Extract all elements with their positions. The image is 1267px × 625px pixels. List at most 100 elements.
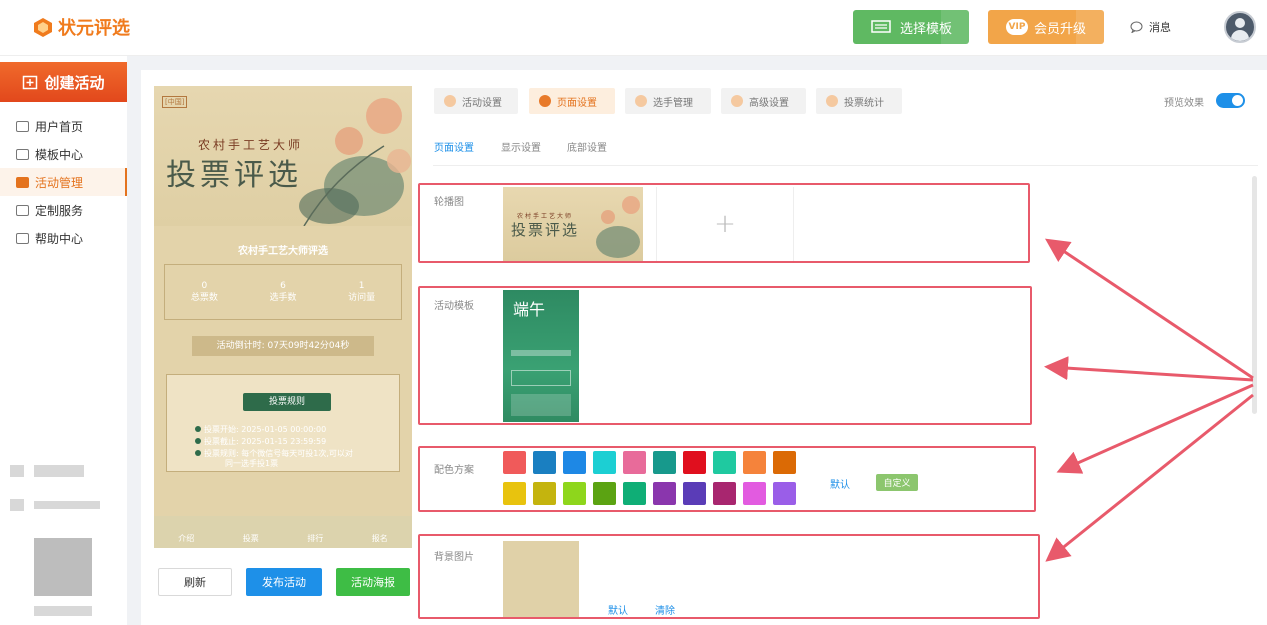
top-bar: 状元评选 选择模板 VIP 会员升级 消息 bbox=[0, 0, 1267, 56]
subtab-page-settings[interactable]: 页面设置 bbox=[434, 139, 474, 154]
sidebar-item-home[interactable]: 用户首页 bbox=[0, 112, 127, 140]
stat-value: 1 bbox=[358, 281, 365, 291]
stat-visits: 1 访问量 bbox=[348, 280, 375, 304]
tab-label: 投票统计 bbox=[844, 97, 884, 109]
choose-template-button[interactable]: 选择模板 bbox=[853, 10, 969, 44]
page-icon bbox=[539, 95, 551, 107]
bullet-icon bbox=[195, 438, 201, 444]
logo-icon bbox=[34, 18, 52, 37]
app-name: 状元评选 bbox=[58, 18, 130, 39]
preview-effect-label: 预览效果 bbox=[1164, 98, 1204, 109]
activity-poster-button[interactable]: 活动海报 bbox=[336, 568, 410, 596]
preview-tab-signup[interactable]: 报名 bbox=[372, 533, 388, 544]
tab-advanced-settings[interactable]: 高级设置 bbox=[721, 88, 806, 114]
sidebar-item-label: 模板中心 bbox=[35, 147, 84, 162]
sidebar-item-label: 帮助中心 bbox=[35, 231, 84, 246]
chat-icon bbox=[1130, 21, 1143, 33]
sidebar-item-label: 用户首页 bbox=[35, 119, 84, 134]
tab-contestant-management[interactable]: 选手管理 bbox=[625, 88, 711, 114]
stat-value: 0 bbox=[201, 281, 208, 291]
messages-label: 消息 bbox=[1149, 21, 1171, 34]
template-icon bbox=[871, 20, 891, 33]
stat-total-votes: 0 总票数 bbox=[191, 280, 218, 304]
rule-line: 投票规则: 每个微信号每天可投1次,可以对 bbox=[195, 449, 353, 459]
rule-text: 投票开始: 2025-01-05 00:00:00 bbox=[204, 425, 327, 434]
preview-stats: 0 总票数 6 选手数 1 访问量 bbox=[164, 264, 402, 320]
blurred-content bbox=[34, 501, 100, 509]
subtab-display-settings[interactable]: 显示设置 bbox=[501, 139, 541, 154]
stat-label: 总票数 bbox=[190, 293, 218, 303]
messages-link[interactable]: 消息 bbox=[1130, 19, 1171, 35]
sidebar-item-activity-management[interactable]: 活动管理 bbox=[0, 168, 127, 196]
preview-title: 投票评选 bbox=[166, 158, 302, 193]
tab-label: 高级设置 bbox=[749, 97, 789, 109]
scrollbar[interactable] bbox=[1252, 176, 1257, 414]
subtab-footer-settings[interactable]: 底部设置 bbox=[567, 139, 607, 154]
tab-activity-settings[interactable]: 活动设置 bbox=[434, 88, 518, 114]
sidebar-item-custom-service[interactable]: 定制服务 bbox=[0, 196, 127, 224]
preview-tab-bar: 介绍 投票 排行 报名 bbox=[154, 516, 412, 548]
tab-label: 选手管理 bbox=[653, 97, 693, 109]
tab-page-settings[interactable]: 页面设置 bbox=[529, 88, 615, 114]
user-avatar[interactable] bbox=[1224, 11, 1256, 43]
rule-text: 同一选手投1票 bbox=[225, 459, 279, 468]
custom-icon bbox=[16, 204, 29, 216]
sidebar-item-templates[interactable]: 模板中心 bbox=[0, 140, 127, 168]
button-decoration bbox=[941, 10, 969, 44]
blurred-content bbox=[10, 499, 24, 511]
annotation-box bbox=[418, 446, 1036, 512]
bullet-icon bbox=[195, 426, 201, 432]
annotation-box bbox=[418, 286, 1032, 425]
rule-line: 同一选手投1票 bbox=[225, 459, 278, 469]
preview-activity-name: 农村手工艺大师评选 bbox=[238, 246, 328, 257]
preview-countdown: 活动倒计时: 07天09时42分04秒 bbox=[192, 336, 374, 356]
stat-label: 访问量 bbox=[348, 293, 376, 303]
sidebar-nav: 用户首页 模板中心 活动管理 定制服务 帮助中心 bbox=[0, 112, 127, 252]
create-activity-label: 创建活动 bbox=[44, 73, 105, 92]
help-icon bbox=[16, 232, 29, 244]
tab-label: 活动设置 bbox=[462, 97, 502, 109]
vip-upgrade-button[interactable]: VIP 会员升级 bbox=[988, 10, 1104, 44]
rule-line: 投票开始: 2025-01-05 00:00:00 bbox=[195, 425, 326, 435]
stat-label: 选手数 bbox=[269, 293, 297, 303]
button-decoration bbox=[1076, 10, 1104, 44]
sidebar-item-help[interactable]: 帮助中心 bbox=[0, 224, 127, 252]
users-icon bbox=[635, 95, 647, 107]
ticket-icon bbox=[16, 176, 29, 188]
preview-tab-intro[interactable]: 介绍 bbox=[178, 533, 194, 544]
gear-icon bbox=[731, 95, 743, 107]
bullet-icon bbox=[195, 450, 201, 456]
tab-vote-statistics[interactable]: 投票统计 bbox=[816, 88, 902, 114]
vip-icon: VIP bbox=[1005, 19, 1028, 35]
settings-icon bbox=[444, 95, 456, 107]
chart-icon bbox=[826, 95, 838, 107]
preview-tab-rank[interactable]: 排行 bbox=[307, 533, 323, 544]
folder-icon bbox=[16, 148, 29, 160]
plus-box-icon bbox=[23, 75, 38, 90]
preview-tab-vote[interactable]: 投票 bbox=[243, 533, 259, 544]
blurred-content bbox=[10, 465, 24, 477]
create-activity-button[interactable]: 创建活动 bbox=[0, 62, 127, 102]
blurred-qr-code bbox=[34, 538, 92, 596]
phone-preview: [中国] 农村手工艺大师 投票评选 农村手工艺大师评选 0 总票数 6 选手数 … bbox=[154, 86, 412, 548]
rule-line: 投票截止: 2025-01-15 23:59:59 bbox=[195, 437, 326, 447]
app-logo[interactable]: 状元评选 bbox=[32, 14, 130, 40]
preview-tag: [中国] bbox=[162, 96, 188, 108]
refresh-button[interactable]: 刷新 bbox=[158, 568, 232, 596]
publish-activity-button[interactable]: 发布活动 bbox=[246, 568, 322, 596]
blurred-content bbox=[34, 465, 84, 477]
sidebar-item-label: 活动管理 bbox=[35, 175, 84, 190]
annotation-box bbox=[418, 183, 1030, 263]
preview-effect-toggle[interactable] bbox=[1216, 93, 1245, 108]
rule-text: 投票规则: 每个微信号每天可投1次,可以对 bbox=[204, 449, 353, 458]
blurred-content bbox=[34, 606, 92, 616]
home-icon bbox=[16, 120, 29, 132]
tab-label: 页面设置 bbox=[557, 97, 597, 109]
rules-title: 投票规则 bbox=[243, 393, 331, 411]
divider bbox=[433, 165, 1258, 166]
sidebar: 创建活动 用户首页 模板中心 活动管理 定制服务 帮助中心 bbox=[0, 56, 127, 625]
stat-value: 6 bbox=[280, 281, 286, 291]
preview-rules: 投票规则 投票开始: 2025-01-05 00:00:00 投票截止: 202… bbox=[166, 374, 400, 472]
annotation-box bbox=[418, 534, 1040, 619]
sidebar-item-label: 定制服务 bbox=[35, 203, 84, 218]
